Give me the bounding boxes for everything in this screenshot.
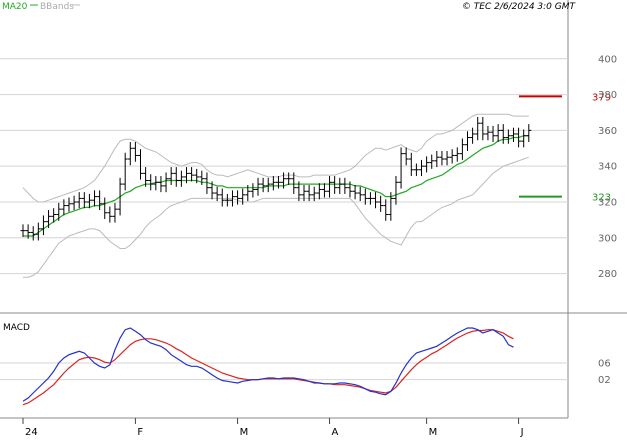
legend-bbands: BBands <box>40 2 74 12</box>
price-grid <box>0 58 568 275</box>
y-tick-label: 400 <box>598 54 617 65</box>
x-tick-label: J <box>520 427 524 438</box>
price-levels: 379323 <box>519 92 611 204</box>
y-tick-label: 360 <box>598 126 617 137</box>
ma20-line <box>23 135 529 237</box>
y-tick-label: 380 <box>598 90 617 101</box>
bollinger-bands <box>22 113 529 278</box>
x-tick-label: F <box>137 427 143 438</box>
x-tick-label: A <box>332 427 339 438</box>
chart-frame <box>0 0 627 419</box>
bband-upper <box>22 113 529 203</box>
macd-tick-label: 06 <box>598 359 611 370</box>
x-tick-label: M <box>240 427 249 438</box>
y-tick-label: 320 <box>598 197 617 208</box>
macd-label: MACD <box>3 323 30 333</box>
ma20-path <box>23 135 529 237</box>
legend-ma20: MA20 <box>2 2 28 12</box>
stock-chart: 379 323 400 380 360 340 320 300 280 06 02 24 F M A M J … <box>0 0 627 440</box>
price-bars <box>20 116 532 241</box>
x-tick-label: M <box>429 427 438 438</box>
y-tick-label: 300 <box>598 233 617 244</box>
macd-grid <box>0 362 568 381</box>
axes: 400 380 360 340 320 300 280 06 02 24 F M A M J <box>22 54 617 438</box>
chart-canvas: 379323 400380360340320300280060224 F M A M J … <box>0 0 627 438</box>
y-tick-label: 340 <box>598 162 617 173</box>
macd-lines <box>22 327 514 406</box>
bband-lower <box>23 156 529 278</box>
macd-line <box>22 327 514 402</box>
copyright-text: © TEC 2/6/2024 3:0 GMT <box>462 2 577 12</box>
x-tick-label: 24 <box>25 427 38 438</box>
y-tick-label: 280 <box>598 269 617 280</box>
signal-line <box>22 329 514 406</box>
macd-tick-label: 02 <box>598 375 611 386</box>
